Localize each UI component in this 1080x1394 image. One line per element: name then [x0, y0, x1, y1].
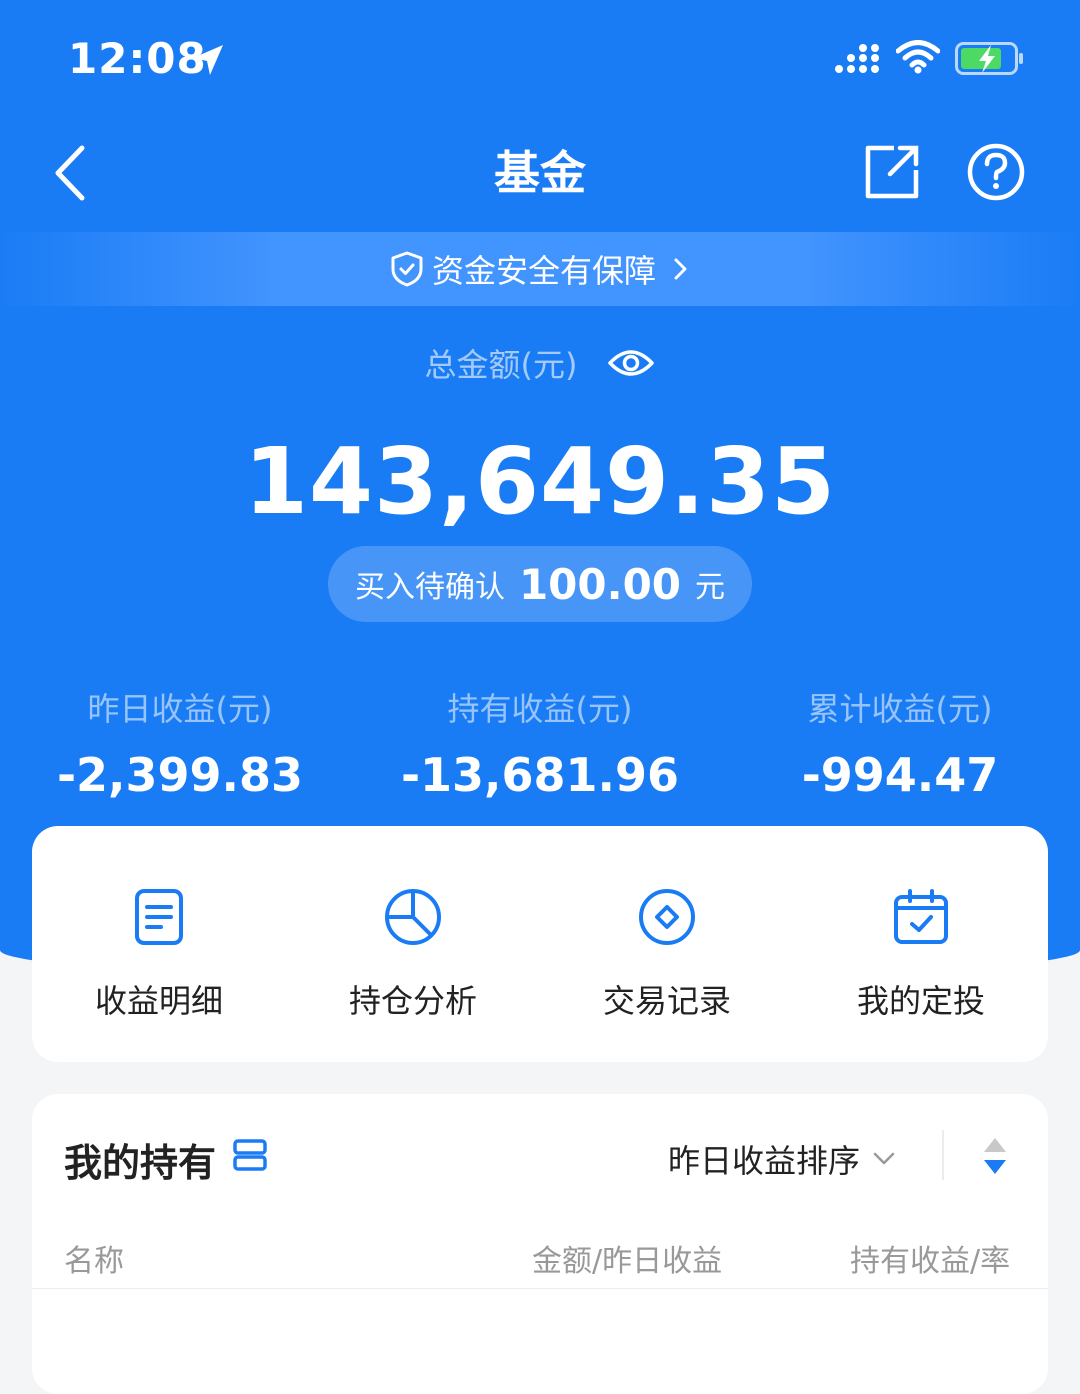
action-label: 我的定投	[856, 982, 985, 1020]
stat-value: -994.47	[801, 748, 999, 802]
pending-purchase-pill[interactable]: 买入待确认 100.00 元	[328, 546, 752, 622]
sort-dropdown[interactable]: 昨日收益排序	[668, 1136, 896, 1182]
shield-check-icon	[391, 251, 423, 287]
status-bar: 12:08	[0, 0, 1080, 120]
divider	[32, 1288, 1048, 1289]
security-banner[interactable]: 资金安全有保障	[0, 232, 1080, 306]
total-label: 总金额(元)	[424, 346, 578, 384]
action-label: 收益明细	[94, 982, 223, 1020]
stat-value: -13,681.96	[400, 748, 680, 802]
action-position-analysis[interactable]: 持仓分析	[286, 826, 540, 1062]
pending-value: 100.00	[518, 559, 682, 609]
quick-actions-card: 收益明细 持仓分析 交易记录 我的定投	[32, 826, 1048, 1062]
total-amount: 143,649.35	[243, 428, 836, 535]
holdings-title: 我的持有	[64, 1141, 217, 1185]
list-view-icon[interactable]	[232, 1138, 268, 1172]
location-arrow-icon	[193, 45, 223, 75]
calendar-check-icon	[894, 889, 948, 944]
action-label: 持仓分析	[348, 982, 477, 1020]
battery-charging-icon	[955, 42, 1023, 75]
column-header-amount[interactable]: 金额/昨日收益	[532, 1236, 722, 1280]
action-my-auto-invest[interactable]: 我的定投	[794, 826, 1048, 1062]
security-banner-text: 资金安全有保障	[431, 252, 656, 290]
pending-label: 买入待确认	[354, 570, 505, 605]
wifi-icon	[896, 40, 940, 74]
total-label-row: 总金额(元)	[0, 340, 1080, 386]
document-icon	[135, 889, 183, 945]
sort-order-icon[interactable]	[982, 1136, 1008, 1176]
pending-unit: 元	[695, 570, 726, 605]
eye-icon[interactable]	[607, 345, 655, 381]
column-header-name: 名称	[64, 1244, 124, 1279]
stat-value: -2,399.83	[56, 748, 304, 802]
stat-label: 持有收益(元)	[447, 690, 633, 728]
action-label: 交易记录	[602, 982, 731, 1020]
diamond-circle-icon	[639, 889, 695, 945]
pie-chart-icon	[385, 889, 441, 945]
chevron-right-icon	[674, 258, 687, 280]
stat-label: 累计收益(元)	[807, 690, 993, 728]
chevron-down-icon	[873, 1152, 895, 1165]
action-transaction-records[interactable]: 交易记录	[540, 826, 794, 1062]
sort-label: 昨日收益排序	[668, 1142, 861, 1180]
action-earnings-detail[interactable]: 收益明细	[32, 826, 286, 1062]
status-time: 12:08	[68, 34, 207, 83]
help-icon[interactable]	[966, 142, 1026, 202]
stat-holding-earnings: 持有收益(元) -13,681.96	[360, 684, 720, 802]
holdings-card: 我的持有 昨日收益排序 名称 金额/昨日收益 持有收益/率	[32, 1094, 1048, 1394]
signal-icon	[835, 44, 879, 73]
share-icon[interactable]	[862, 142, 922, 202]
column-header-holding-return[interactable]: 持有收益/率	[850, 1236, 1010, 1280]
divider	[942, 1130, 944, 1180]
stat-yesterday-earnings: 昨日收益(元) -2,399.83	[0, 684, 360, 802]
stat-cumulative-earnings: 累计收益(元) -994.47	[720, 684, 1080, 802]
stat-label: 昨日收益(元)	[87, 690, 273, 728]
